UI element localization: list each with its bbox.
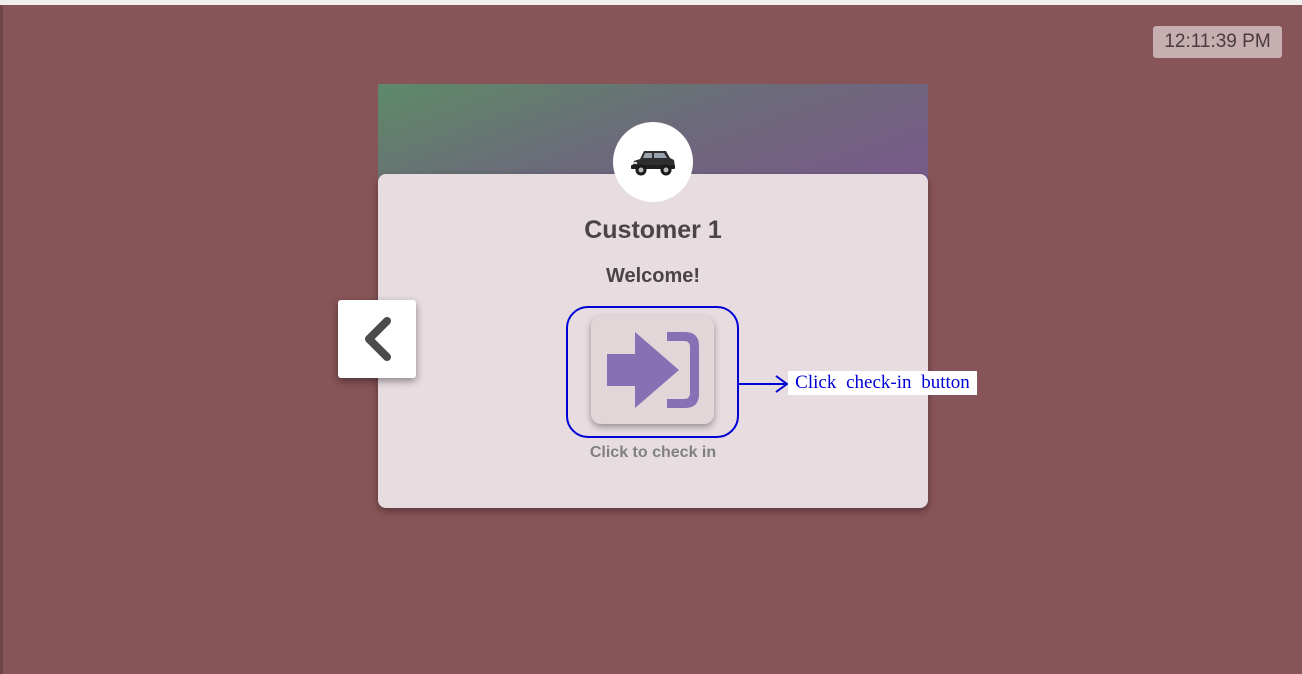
check-in-caption: Click to check in [589, 444, 717, 461]
welcome-message: Welcome! [605, 265, 701, 287]
annotation-highlight-box [566, 306, 739, 438]
suv-car-icon [631, 151, 675, 176]
customer-avatar [613, 122, 693, 202]
customer-name: Customer 1 [584, 216, 722, 244]
clock-display: 12:11:39 PM [1153, 26, 1282, 58]
annotation-arrow [738, 375, 789, 393]
annotation-label: Click check-in button [788, 371, 977, 395]
window-left-edge [0, 5, 3, 674]
browser-top-strip [0, 0, 1302, 5]
chevron-left-icon [365, 317, 391, 361]
previous-customer-button[interactable] [338, 300, 416, 378]
